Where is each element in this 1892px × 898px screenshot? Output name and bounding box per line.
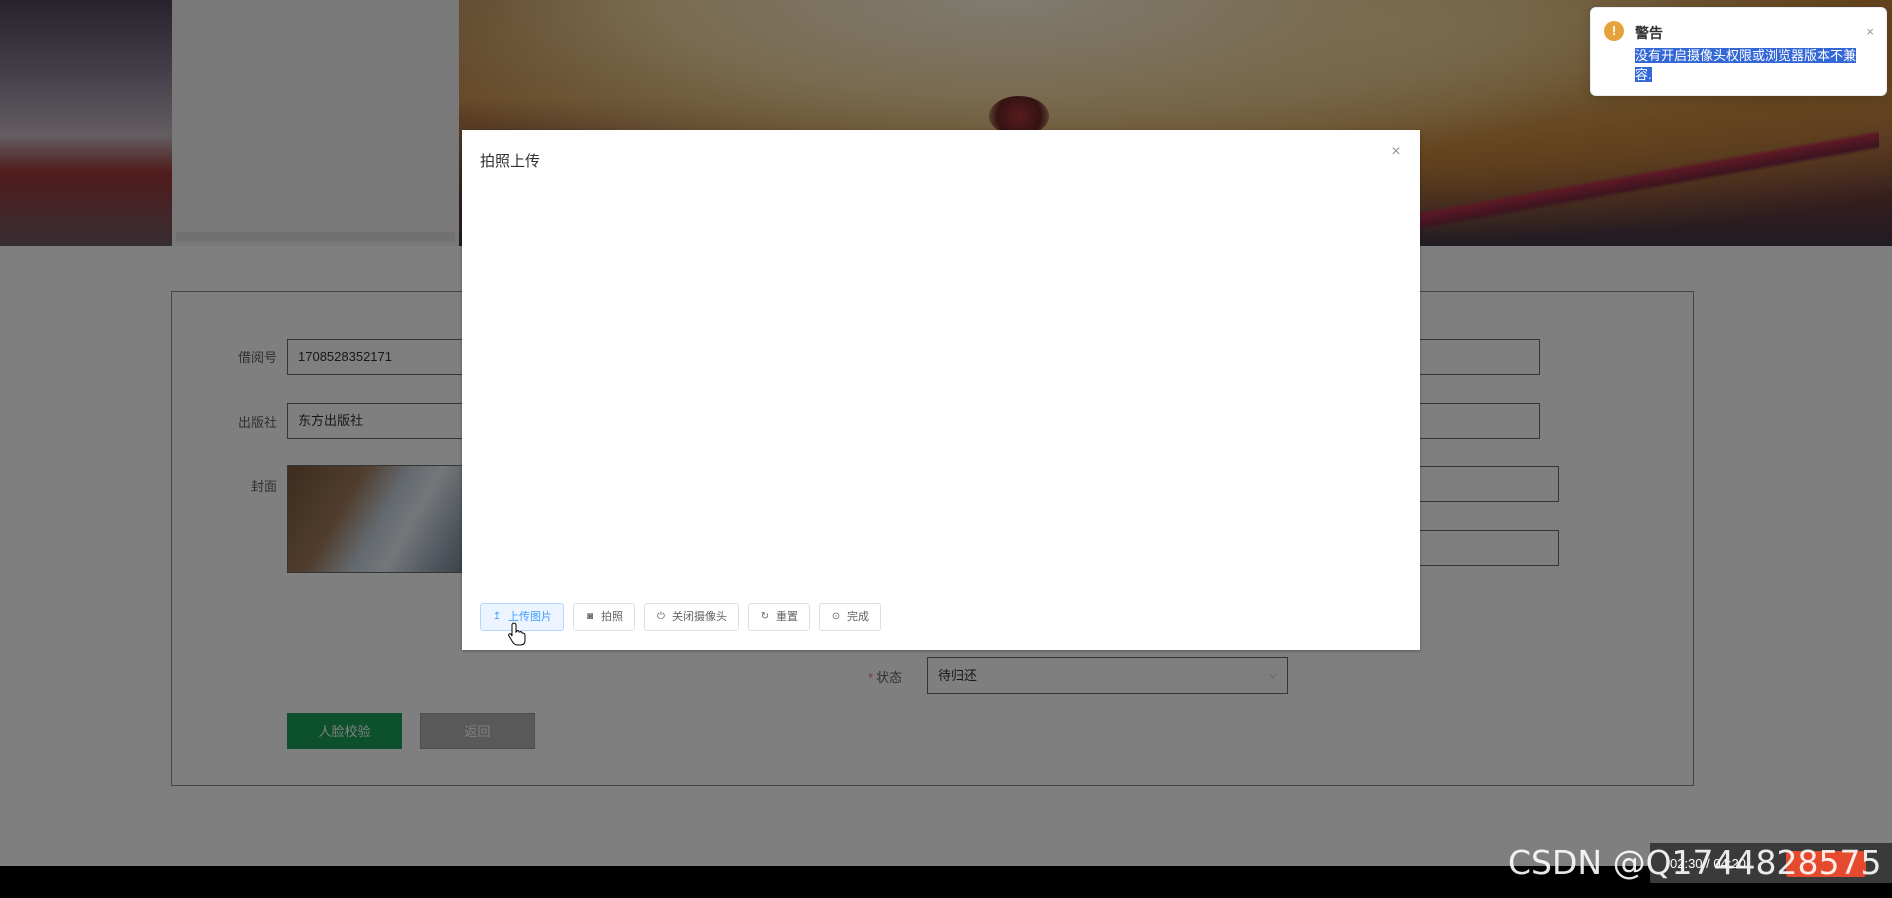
- dialog-footer: ↥ 上传图片 ◙ 拍照 ⏻ 关闭摄像头 ↻ 重置 ⊙ 完成: [480, 603, 881, 631]
- reset-label: 重置: [776, 611, 798, 623]
- notification-message-text: 没有开启摄像头权限或浏览器版本不兼容.: [1635, 48, 1857, 82]
- hand-cursor-icon: [508, 622, 526, 646]
- watermark: CSDN @Q1744828575: [1508, 843, 1882, 882]
- warning-notification: ! 警告 × 没有开启摄像头权限或浏览器版本不兼容.: [1590, 7, 1887, 96]
- close-icon[interactable]: ×: [1866, 24, 1874, 39]
- close-icon[interactable]: ×: [1388, 144, 1404, 160]
- reset-button[interactable]: ↻ 重置: [748, 603, 810, 631]
- close-camera-label: 关闭摄像头: [672, 611, 727, 623]
- close-camera-button[interactable]: ⏻ 关闭摄像头: [644, 603, 739, 631]
- dialog-title: 拍照上传: [480, 153, 541, 170]
- refresh-icon: ↻: [760, 611, 770, 622]
- photo-upload-dialog: 拍照上传 × ↥ 上传图片 ◙ 拍照 ⏻ 关闭摄像头 ↻ 重置 ⊙ 完成: [462, 130, 1420, 650]
- warning-icon: !: [1604, 21, 1624, 41]
- page: 借阅号 1708528352171 出版社 东方出版社 封面 *状态 待归还 ⌵…: [0, 0, 1892, 898]
- finish-button[interactable]: ⊙ 完成: [819, 603, 881, 631]
- camera-icon: ◙: [586, 611, 594, 622]
- notification-title: 警告: [1635, 25, 1663, 41]
- notification-message: 没有开启摄像头权限或浏览器版本不兼容.: [1635, 46, 1867, 84]
- take-photo-label: 拍照: [601, 611, 623, 623]
- finish-label: 完成: [847, 611, 869, 623]
- power-icon: ⏻: [657, 611, 665, 622]
- check-circle-icon: ⊙: [831, 611, 841, 622]
- take-photo-button[interactable]: ◙ 拍照: [573, 603, 635, 631]
- upload-icon: ↥: [492, 611, 502, 622]
